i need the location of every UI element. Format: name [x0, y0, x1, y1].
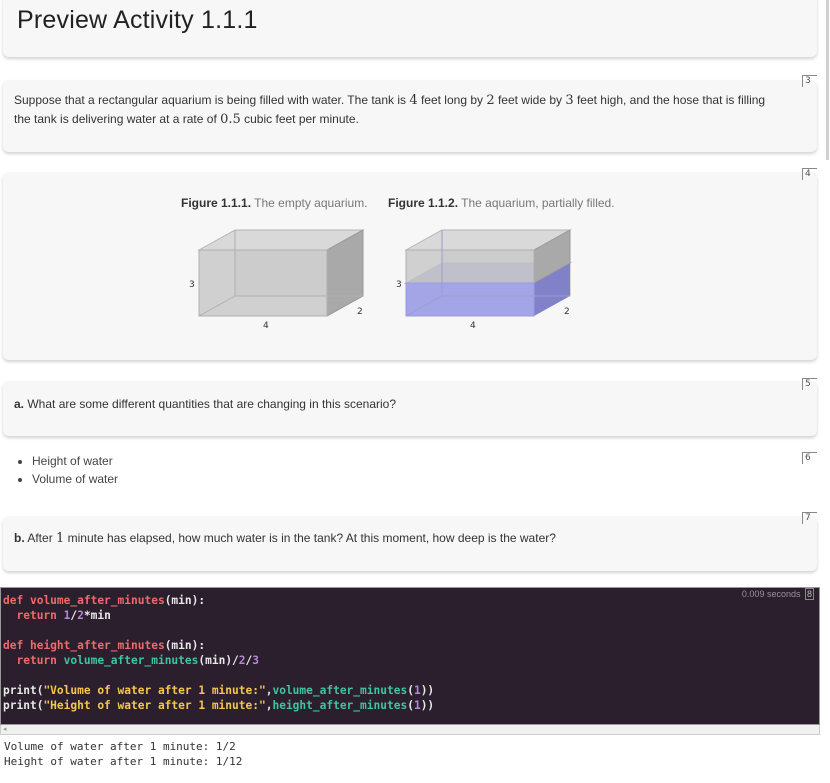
intro-text: Suppose that a rectangular aquarium is b… — [14, 93, 766, 127]
partially-filled-aquarium-diagram: 3 4 2 — [396, 229, 572, 331]
cell-number: 5 — [802, 378, 817, 390]
question-b-text: b. After 1 minute has elapsed, how much … — [14, 531, 556, 546]
figure-2-caption: Figure 1.1.2. The aquarium, partially fi… — [388, 196, 615, 210]
page-title: Preview Activity 1.1.1 — [17, 6, 258, 34]
height-label: 3 — [189, 280, 195, 290]
length-label: 4 — [263, 321, 269, 331]
execution-time: 0.009 seconds 8 — [741, 588, 814, 600]
width-label: 2 — [564, 307, 570, 317]
list-item: Volume of water — [32, 470, 118, 488]
code-editor[interactable]: def volume_after_minutes(min): return 1/… — [0, 587, 820, 725]
width-label: 2 — [357, 307, 363, 317]
question-a-cell: 5 a. What are some different quantities … — [3, 378, 817, 436]
intro-cell: 3 Suppose that a rectangular aquarium is… — [3, 75, 817, 152]
length-label: 4 — [470, 321, 476, 331]
height-label: 3 — [396, 280, 402, 290]
empty-aquarium-diagram: 3 4 2 — [189, 229, 365, 331]
code-output: Volume of water after 1 minute: 1/2 Heig… — [4, 740, 243, 768]
list-item: Height of water — [32, 452, 118, 470]
figure-1-caption: Figure 1.1.1. The empty aquarium. — [181, 196, 368, 210]
page-scrollbar[interactable] — [826, 0, 829, 160]
cell-number: 3 — [802, 75, 817, 87]
question-a-text: a. What are some different quantities th… — [14, 397, 397, 411]
title-cell: Preview Activity 1.1.1 — [3, 0, 817, 57]
cell-number: 7 — [802, 512, 817, 524]
question-b-cell: 7 b. After 1 minute has elapsed, how muc… — [3, 512, 817, 571]
code-text[interactable]: def volume_after_minutes(min): return 1/… — [3, 593, 434, 713]
cell-number: 4 — [802, 168, 817, 180]
horizontal-scrollbar[interactable]: ◂ — [0, 725, 820, 735]
figure-cell: 4 Figure 1.1.1. The empty aquarium. Figu… — [3, 168, 817, 360]
cell-number: 6 — [802, 452, 817, 464]
answer-list: Height of water Volume of water — [14, 452, 118, 488]
